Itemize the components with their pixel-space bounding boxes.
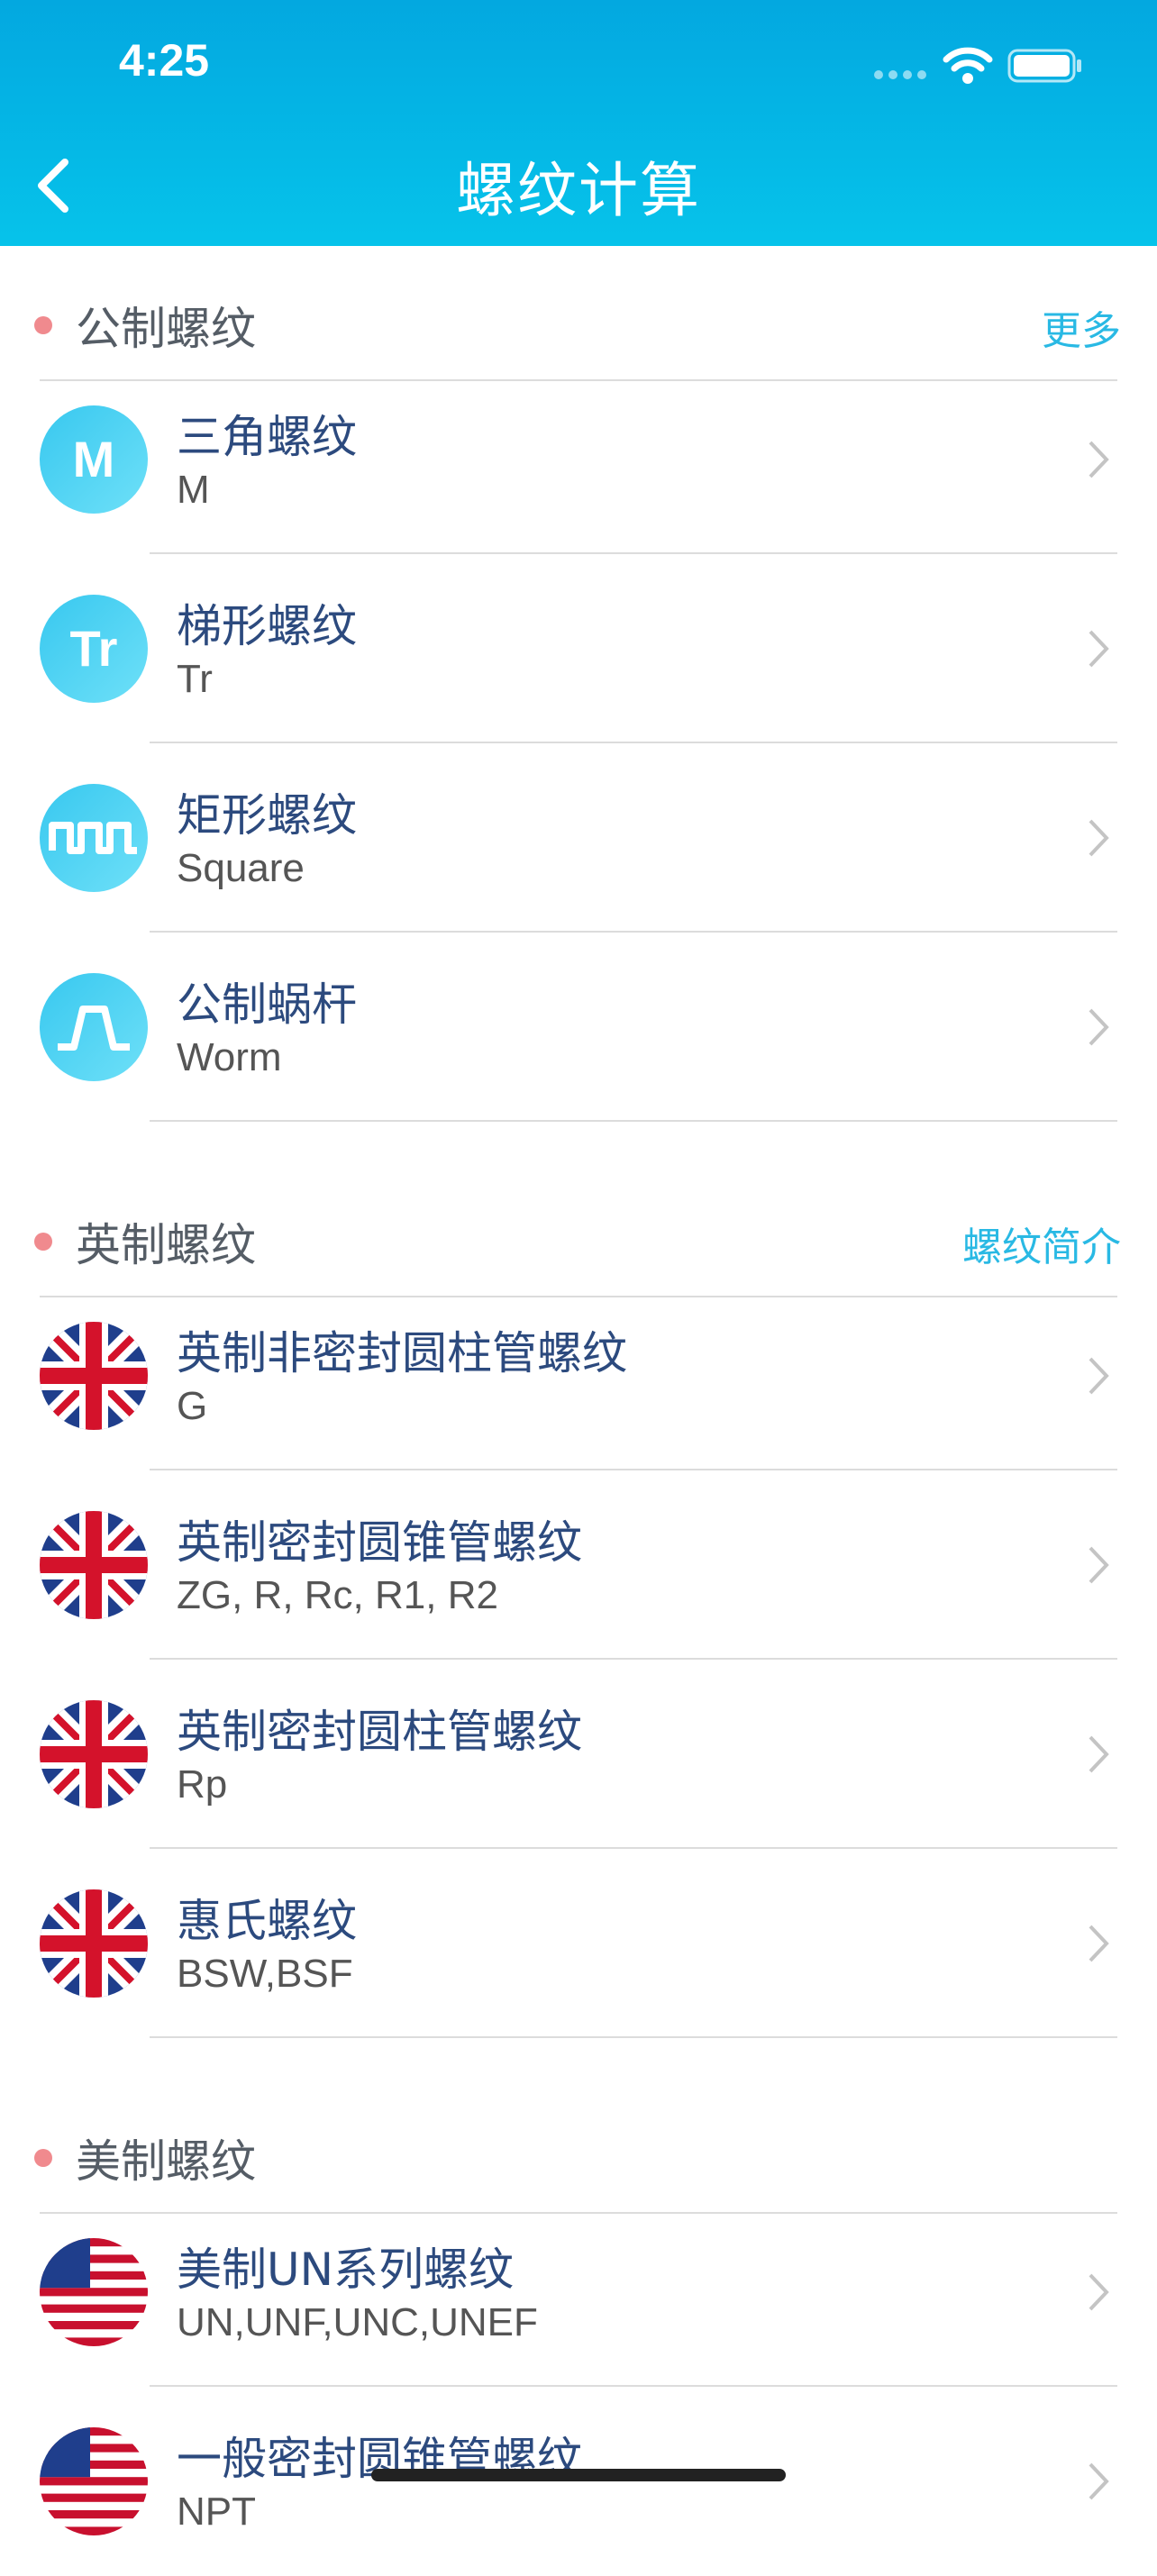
- worm-profile-icon: [40, 973, 148, 1081]
- item-title: 三角螺纹: [177, 411, 357, 463]
- list-item-bsp-parallel-sealed[interactable]: 英制密封圆柱管螺纹 Rp: [0, 1660, 1157, 1849]
- section-dot: [34, 2149, 52, 2167]
- list-item-npt[interactable]: 一般密封圆锥管螺纹 NPT: [0, 2387, 1157, 2576]
- status-time: 4:25: [119, 35, 210, 86]
- nav-header: 4:25 螺纹计算: [0, 0, 1157, 246]
- section-title: 公制螺纹: [76, 303, 256, 355]
- uk-flag-icon: [40, 1322, 148, 1430]
- item-subtitle: Worm: [177, 1035, 282, 1079]
- list-item-whitworth[interactable]: 惠氏螺纹 BSW,BSF: [0, 1849, 1157, 2038]
- list-item-bsp-parallel-unsealed[interactable]: 英制非密封圆柱管螺纹 G: [0, 1281, 1157, 1470]
- list-item-metric-worm[interactable]: 公制蜗杆 Worm: [0, 933, 1157, 1122]
- item-subtitle: G: [177, 1384, 208, 1428]
- item-title: 英制非密封圆柱管螺纹: [177, 1327, 627, 1379]
- chevron-right-icon: [1089, 1925, 1109, 1962]
- divider: [150, 2036, 1117, 2038]
- chevron-right-icon: [1089, 1357, 1109, 1395]
- list-item-trapezoidal-thread[interactable]: Tr 梯形螺纹 Tr: [0, 554, 1157, 743]
- us-flag-icon: [40, 2427, 148, 2535]
- section-title: 英制螺纹: [76, 1219, 256, 1271]
- more-link[interactable]: 更多: [1042, 298, 1121, 356]
- us-flag-icon: [40, 2238, 148, 2346]
- item-subtitle: ZG, R, Rc, R1, R2: [177, 1573, 498, 1617]
- section-dot: [34, 316, 52, 334]
- wifi-icon: [943, 47, 993, 84]
- section-title: 美制螺纹: [76, 2135, 256, 2188]
- list-item-triangle-thread[interactable]: M 三角螺纹 M: [0, 365, 1157, 554]
- thread-intro-link[interactable]: 螺纹简介: [962, 1215, 1121, 1272]
- cellular-signal-icon: [874, 70, 926, 79]
- item-subtitle: Tr: [177, 657, 213, 701]
- uk-flag-icon: [40, 1889, 148, 1998]
- item-title: 英制密封圆柱管螺纹: [177, 1706, 582, 1758]
- item-subtitle: BSW,BSF: [177, 1952, 353, 1996]
- battery-icon: [1007, 49, 1081, 83]
- uk-flag-icon: [40, 1700, 148, 1808]
- item-subtitle: Square: [177, 846, 305, 890]
- letter-m-icon: M: [40, 405, 148, 514]
- item-title: 英制密封圆锥管螺纹: [177, 1516, 582, 1569]
- page-title: 螺纹计算: [456, 156, 701, 225]
- item-title: 公制蜗杆: [177, 979, 357, 1031]
- section-dot: [34, 1233, 52, 1251]
- item-title: 矩形螺纹: [177, 789, 357, 842]
- section-header-american: 美制螺纹: [0, 2097, 1157, 2214]
- list-item-bsp-taper-sealed[interactable]: 英制密封圆锥管螺纹 ZG, R, Rc, R1, R2: [0, 1470, 1157, 1660]
- item-title: 美制UN系列螺纹: [177, 2244, 514, 2296]
- uk-flag-icon: [40, 1511, 148, 1619]
- letter-tr-icon: Tr: [40, 595, 148, 703]
- item-subtitle: NPT: [177, 2490, 256, 2534]
- list-item-square-thread[interactable]: 矩形螺纹 Square: [0, 743, 1157, 933]
- chevron-right-icon: [1089, 2273, 1109, 2311]
- chevron-right-icon: [1089, 819, 1109, 857]
- item-subtitle: UN,UNF,UNC,UNEF: [177, 2300, 538, 2344]
- chevron-right-icon: [1089, 1008, 1109, 1046]
- chevron-right-icon: [1089, 2462, 1109, 2500]
- item-title: 梯形螺纹: [177, 600, 357, 652]
- list-item-un-series[interactable]: 美制UN系列螺纹 UN,UNF,UNC,UNEF: [0, 2198, 1157, 2387]
- home-indicator[interactable]: [371, 2469, 786, 2481]
- item-subtitle: Rp: [177, 1762, 228, 1807]
- section-header-metric: 公制螺纹 更多: [0, 264, 1157, 381]
- divider: [150, 1120, 1117, 1122]
- item-title: 惠氏螺纹: [177, 1895, 357, 1947]
- chevron-right-icon: [1089, 1546, 1109, 1584]
- item-subtitle: M: [177, 468, 210, 512]
- chevron-right-icon: [1089, 630, 1109, 668]
- chevron-right-icon: [1089, 1735, 1109, 1773]
- section-header-imperial: 英制螺纹 螺纹简介: [0, 1180, 1157, 1297]
- square-wave-icon: [40, 784, 148, 892]
- chevron-right-icon: [1089, 441, 1109, 478]
